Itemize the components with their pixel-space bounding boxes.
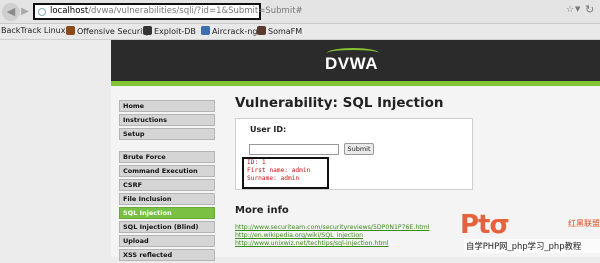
menu-item-xss-reflected[interactable]: XSS reflected <box>119 249 215 261</box>
vulnerable-form-box: User ID: Submit ID: 1 First name: admin … <box>235 118 473 190</box>
menu-item-file-inclusion[interactable]: File Inclusion <box>119 193 215 205</box>
menu-label: CSRF <box>123 181 143 189</box>
forward-arrow-icon: ▶ <box>21 6 29 17</box>
url-host: localhost <box>50 6 89 16</box>
aircrack-icon <box>201 26 210 35</box>
watermark-caption: 自学PHP网_php学习_php教程 <box>466 241 582 251</box>
page-title: Vulnerability: SQL Injection <box>235 95 444 111</box>
result-line: First name: admin <box>247 167 311 175</box>
userid-input[interactable] <box>249 144 339 155</box>
menu-item-brute-force[interactable]: Brute Force <box>119 151 215 163</box>
exploitdb-icon <box>143 26 152 35</box>
menu-label: SQL Injection (Blind) <box>123 223 199 231</box>
menu-item-command-execution[interactable]: Command Execution <box>119 165 215 177</box>
menu-label: XSS reflected <box>123 251 173 259</box>
menu-item-setup[interactable]: Setup <box>119 128 215 140</box>
menu-item-upload[interactable]: Upload <box>119 235 215 247</box>
watermark: Ptσ 红黑联盟 自学PHP网_php学习_php教程 <box>430 208 600 257</box>
menu-label: Upload <box>123 237 149 245</box>
menu-label: Instructions <box>123 116 168 124</box>
submit-button[interactable]: Submit <box>344 143 374 155</box>
reference-link[interactable]: http://www.securiteam.com/securityreview… <box>235 224 429 232</box>
more-info-heading: More info <box>235 205 289 216</box>
back-arrow-icon: ◀ <box>6 5 16 18</box>
menu-label: SQL Injection <box>123 209 172 217</box>
menu-label: Command Execution <box>123 167 198 175</box>
address-bar[interactable]: localhost/dvwa/vulnerabilities/sqli/?id=… <box>33 3 303 20</box>
bookmark-label: Aircrack-ng <box>212 27 258 36</box>
menu-item-csrf[interactable]: CSRF <box>119 179 215 191</box>
menu-item-sql-injection-blind[interactable]: SQL Injection (Blind) <box>119 221 215 233</box>
menu-label: Brute Force <box>123 153 166 161</box>
dvwa-logo: DVWA <box>325 48 385 78</box>
url-text[interactable]: localhost/dvwa/vulnerabilities/sqli/?id=… <box>50 6 303 16</box>
main-content: Vulnerability: SQL Injection User ID: Su… <box>235 95 595 247</box>
dropdown-arrow-icon[interactable]: ▼ <box>575 5 580 13</box>
menu-item-instructions[interactable]: Instructions <box>119 114 215 126</box>
bookmark-label: BackTrack Linux <box>1 26 66 35</box>
reference-link[interactable]: http://www.unixwiz.net/techtips/sql-inje… <box>235 240 429 248</box>
forward-button[interactable]: ▶ <box>18 5 32 19</box>
watermark-logo-icon: Ptσ <box>460 210 510 240</box>
watermark-side-text: 红黑联盟 <box>568 219 600 228</box>
query-result: ID: 1 First name: admin Surname: admin <box>242 157 329 189</box>
bookmarks-bar: BackTrack Linux Offensive Security Explo… <box>0 24 600 40</box>
browser-toolbar: ◀ ▶ localhost/dvwa/vulnerabilities/sqli/… <box>0 0 600 24</box>
menu-label: Home <box>123 102 145 110</box>
bookmark-label: Exploit-DB <box>154 27 196 36</box>
result-line: ID: 1 <box>247 159 266 166</box>
menu-label: File Inclusion <box>123 195 172 203</box>
logo-text: DVWA <box>325 54 378 73</box>
bookmark-offensive-security[interactable]: Offensive Security <box>66 26 150 36</box>
reference-link[interactable]: http://en.wikipedia.org/wiki/SQL_injecti… <box>235 232 429 240</box>
offsec-icon <box>66 26 75 35</box>
bookmark-star-icon[interactable]: ☆ <box>566 5 574 15</box>
bookmark-label: SomaFM <box>268 27 303 36</box>
result-line: Surname: admin <box>247 175 300 183</box>
somafm-icon <box>257 26 266 35</box>
sidebar-menu: Home Instructions Setup Brute Force Comm… <box>119 100 215 263</box>
bookmark-backtrack[interactable]: BackTrack Linux <box>1 26 65 35</box>
more-info-links: http://www.securiteam.com/securityreview… <box>235 224 429 248</box>
menu-item-sql-injection[interactable]: SQL Injection <box>119 207 215 219</box>
bookmark-somafm[interactable]: SomaFM <box>257 26 302 36</box>
bookmark-label: Offensive Security <box>77 27 151 36</box>
dvwa-header: DVWA <box>111 40 600 86</box>
globe-icon <box>38 8 46 16</box>
url-path: /dvwa/vulnerabilities/sqli/?id=1&Submit=… <box>88 6 303 16</box>
menu-label: Setup <box>123 130 145 138</box>
refresh-icon[interactable]: ↻ <box>585 3 594 16</box>
menu-spacer <box>119 142 215 151</box>
bookmark-aircrack[interactable]: Aircrack-ng <box>201 26 257 36</box>
userid-label: User ID: <box>250 125 287 134</box>
bookmark-exploit-db[interactable]: Exploit-DB <box>143 26 196 36</box>
menu-item-home[interactable]: Home <box>119 100 215 112</box>
